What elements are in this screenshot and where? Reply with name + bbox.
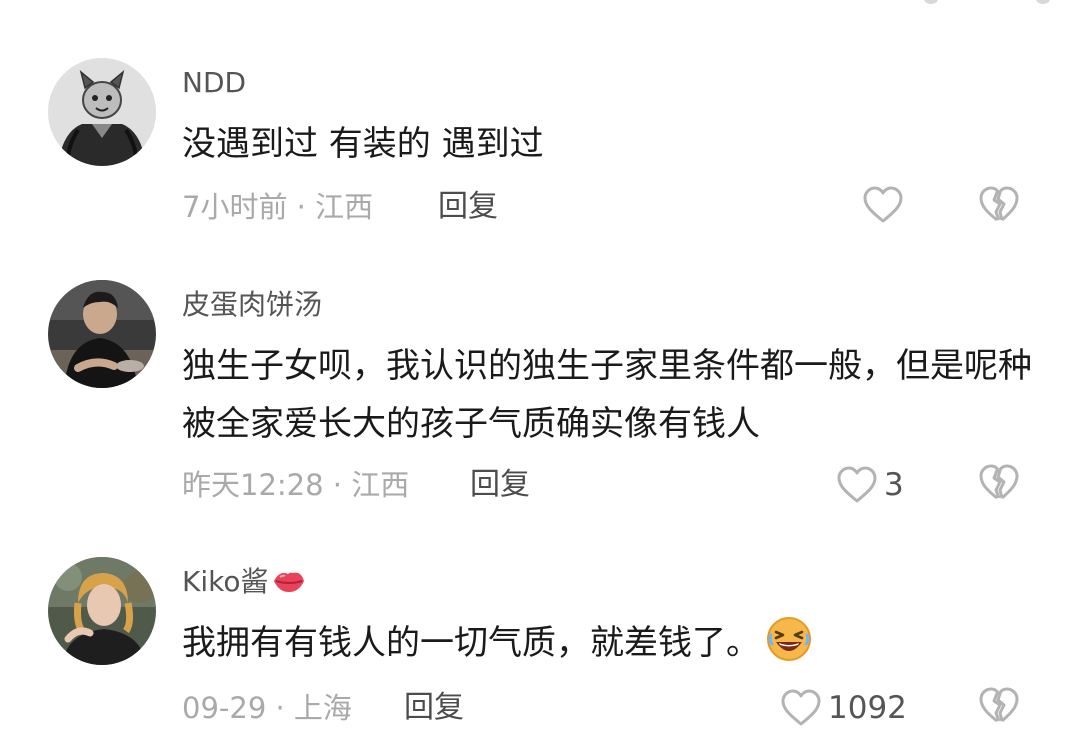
- avatar[interactable]: [48, 280, 156, 388]
- username-text: Kiko酱: [182, 565, 269, 598]
- dislike-button[interactable]: [978, 463, 1020, 503]
- like-count: 1092: [828, 690, 907, 726]
- kiss-lips-emoji-icon: [273, 572, 304, 592]
- reply-button[interactable]: 回复: [404, 688, 464, 728]
- like-button[interactable]: [862, 185, 904, 225]
- avatar-man-photo-icon: [48, 280, 156, 388]
- username[interactable]: Kiko酱: [182, 564, 307, 600]
- avatar[interactable]: [48, 58, 156, 166]
- comment-text: 我拥有有钱人的一切气质，就差钱了。: [182, 614, 1032, 672]
- previous-item-edge: [896, 0, 1056, 6]
- broken-heart-icon: [979, 687, 1019, 723]
- avatar[interactable]: [48, 557, 156, 665]
- like-button[interactable]: 3: [836, 465, 904, 505]
- comment-text-content: 我拥有有钱人的一切气质，就差钱了。: [182, 623, 760, 663]
- comment-text: 独生子女呗，我认识的独生子家里条件都一般，但是呢种被全家爱长大的孩子气质确实像有…: [182, 346, 1032, 444]
- dislike-button[interactable]: [978, 185, 1020, 225]
- username[interactable]: 皮蛋肉饼汤: [182, 287, 322, 323]
- like-button[interactable]: 1092: [780, 688, 907, 728]
- broken-heart-icon: [979, 186, 1019, 222]
- like-count: 3: [884, 467, 904, 503]
- laughing-face-emoji-icon: [767, 617, 811, 661]
- heart-outline-icon: [863, 186, 903, 223]
- avatar-cat-figure-icon: [48, 58, 156, 166]
- comment-text: 没遇到过 有装的 遇到过: [182, 124, 544, 164]
- heart-outline-icon: [837, 466, 877, 503]
- dislike-button[interactable]: [978, 686, 1020, 726]
- heart-outline-icon: [781, 689, 821, 726]
- reply-button[interactable]: 回复: [438, 187, 498, 227]
- comment-meta: 7小时前 · 江西: [182, 190, 374, 224]
- avatar-woman-photo-icon: [48, 557, 156, 665]
- reply-button[interactable]: 回复: [470, 465, 530, 505]
- comment-meta: 昨天12:28 · 江西: [182, 468, 410, 502]
- username[interactable]: NDD: [182, 65, 246, 101]
- comment-meta: 09-29 · 上海: [182, 691, 352, 725]
- broken-heart-icon: [979, 464, 1019, 500]
